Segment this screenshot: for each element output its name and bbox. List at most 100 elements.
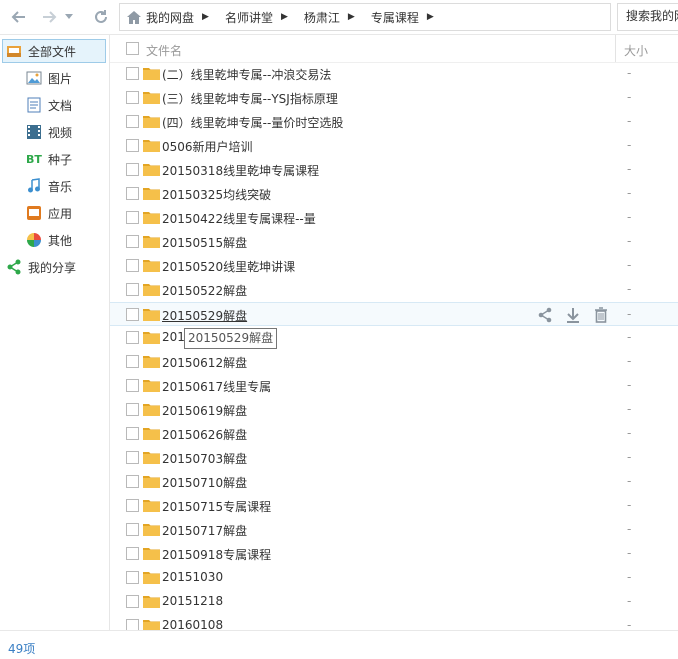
file-size: - <box>627 474 632 488</box>
file-row[interactable]: 20150619解盘 - <box>110 398 678 422</box>
breadcrumb-segment[interactable]: 专属课程 ▶ <box>367 4 438 30</box>
breadcrumb-item[interactable]: 我的网盘 <box>146 9 194 26</box>
row-checkbox[interactable] <box>126 67 139 80</box>
breadcrumb-item[interactable]: 杨肃江 <box>304 9 340 26</box>
file-row[interactable]: 20150717解盘 - <box>110 518 678 542</box>
file-row[interactable]: 20150422线里专属课程--量 - <box>110 206 678 230</box>
file-row[interactable]: 20150325均线突破 - <box>110 182 678 206</box>
file-row[interactable]: (三）线里乾坤专属--YSJ指标原理 - <box>110 86 678 110</box>
file-name[interactable]: 20150715专属课程 <box>162 498 271 515</box>
row-checkbox[interactable] <box>126 595 139 608</box>
file-row[interactable]: 20150612解盘 - <box>110 350 678 374</box>
file-name[interactable]: 20150325均线突破 <box>162 186 271 203</box>
sidebar-item-all-files[interactable]: 全部文件 <box>2 39 106 63</box>
row-checkbox[interactable] <box>126 259 139 272</box>
row-checkbox[interactable] <box>126 211 139 224</box>
file-row[interactable]: 20150617线里专属 - <box>110 374 678 398</box>
row-checkbox[interactable] <box>126 523 139 536</box>
row-checkbox[interactable] <box>126 547 139 560</box>
file-name[interactable]: 201 <box>162 330 185 344</box>
file-name[interactable]: 20150918专属课程 <box>162 546 271 563</box>
row-checkbox[interactable] <box>126 331 139 344</box>
select-all-checkbox[interactable] <box>126 42 139 55</box>
history-dropdown[interactable] <box>62 6 76 28</box>
file-name[interactable]: 20150612解盘 <box>162 354 247 371</box>
file-row[interactable]: 20150715专属课程 - <box>110 494 678 518</box>
file-name[interactable]: 20150515解盘 <box>162 234 247 251</box>
row-checkbox[interactable] <box>126 499 139 512</box>
row-checkbox[interactable] <box>126 403 139 416</box>
delete-icon[interactable] <box>592 306 610 324</box>
row-checkbox[interactable] <box>126 139 139 152</box>
file-name[interactable]: (二）线里乾坤专属--冲浪交易法 <box>162 66 331 83</box>
file-name[interactable]: 20150520线里乾坤讲课 <box>162 258 295 275</box>
row-checkbox[interactable] <box>126 115 139 128</box>
row-checkbox[interactable] <box>126 451 139 464</box>
row-checkbox[interactable] <box>126 308 139 321</box>
row-checkbox[interactable] <box>126 187 139 200</box>
file-name[interactable]: 20150318线里乾坤专属课程 <box>162 162 319 179</box>
file-name[interactable]: 20151030 <box>162 570 223 584</box>
file-row[interactable]: 20150522解盘 - <box>110 278 678 302</box>
download-icon[interactable] <box>564 306 582 324</box>
share-icon[interactable] <box>536 306 554 324</box>
breadcrumb-segment[interactable]: 杨肃江 ▶ <box>300 4 359 30</box>
file-size: - <box>627 66 632 80</box>
back-button[interactable] <box>8 6 30 28</box>
file-row[interactable]: 20150918专属课程 - <box>110 542 678 566</box>
row-checkbox[interactable] <box>126 283 139 296</box>
breadcrumb-item[interactable]: 专属课程 <box>371 9 419 26</box>
folder-icon <box>143 402 160 416</box>
file-name[interactable]: 20150710解盘 <box>162 474 247 491</box>
file-row[interactable]: 20150529解盘 - <box>110 302 678 326</box>
breadcrumb-item[interactable]: 名师讲堂 <box>225 9 273 26</box>
row-checkbox[interactable] <box>126 619 139 630</box>
breadcrumb-home[interactable]: 我的网盘 ▶ <box>120 4 213 30</box>
file-row[interactable]: (二）线里乾坤专属--冲浪交易法 - <box>110 62 678 86</box>
file-name[interactable]: 20151218 <box>162 594 223 608</box>
file-name[interactable]: 20150703解盘 <box>162 450 247 467</box>
file-name[interactable]: (四）线里乾坤专属--量价时空选股 <box>162 114 343 131</box>
file-name[interactable]: 20150626解盘 <box>162 426 247 443</box>
forward-button[interactable] <box>38 6 60 28</box>
column-header-size[interactable]: 大小 <box>624 42 648 59</box>
file-row[interactable]: 20151030 - <box>110 566 678 590</box>
file-name[interactable]: (三）线里乾坤专属--YSJ指标原理 <box>162 90 338 107</box>
file-row[interactable]: 20150626解盘 - <box>110 422 678 446</box>
home-icon <box>127 10 141 24</box>
row-checkbox[interactable] <box>126 355 139 368</box>
refresh-button[interactable] <box>90 6 112 28</box>
file-row[interactable]: 20160108 - <box>110 614 678 630</box>
search-input[interactable] <box>618 4 678 28</box>
file-row[interactable]: 20150515解盘 - <box>110 230 678 254</box>
sidebar-item-my-share[interactable]: 我的分享 <box>0 255 114 279</box>
file-row[interactable]: 20151218 - <box>110 590 678 614</box>
row-checkbox[interactable] <box>126 163 139 176</box>
file-name[interactable]: 20150617线里专属 <box>162 378 271 395</box>
column-header-name[interactable]: 文件名 <box>146 42 182 59</box>
file-row[interactable]: 20150318线里乾坤专属课程 - <box>110 158 678 182</box>
file-size: - <box>627 330 632 344</box>
file-name[interactable]: 20150717解盘 <box>162 522 247 539</box>
file-row[interactable]: (四）线里乾坤专属--量价时空选股 - <box>110 110 678 134</box>
file-row[interactable]: 20150703解盘 - <box>110 446 678 470</box>
file-name[interactable]: 0506新用户培训 <box>162 138 253 155</box>
file-row[interactable]: 20150710解盘 - <box>110 470 678 494</box>
file-name[interactable]: 20150529解盘 <box>162 307 247 324</box>
search-box[interactable] <box>617 3 678 31</box>
row-checkbox[interactable] <box>126 235 139 248</box>
breadcrumb-segment[interactable]: 名师讲堂 ▶ <box>221 4 292 30</box>
row-checkbox[interactable] <box>126 427 139 440</box>
file-row[interactable]: 0506新用户培训 - <box>110 134 678 158</box>
row-checkbox[interactable] <box>126 475 139 488</box>
row-checkbox[interactable] <box>126 571 139 584</box>
row-checkbox[interactable] <box>126 91 139 104</box>
row-checkbox[interactable] <box>126 379 139 392</box>
file-name[interactable]: 20160108 <box>162 618 223 630</box>
file-size: - <box>627 282 632 296</box>
file-name[interactable]: 20150619解盘 <box>162 402 247 419</box>
file-row[interactable]: 20150520线里乾坤讲课 - <box>110 254 678 278</box>
file-name[interactable]: 20150522解盘 <box>162 282 247 299</box>
column-divider[interactable] <box>615 35 616 62</box>
file-name[interactable]: 20150422线里专属课程--量 <box>162 210 316 227</box>
